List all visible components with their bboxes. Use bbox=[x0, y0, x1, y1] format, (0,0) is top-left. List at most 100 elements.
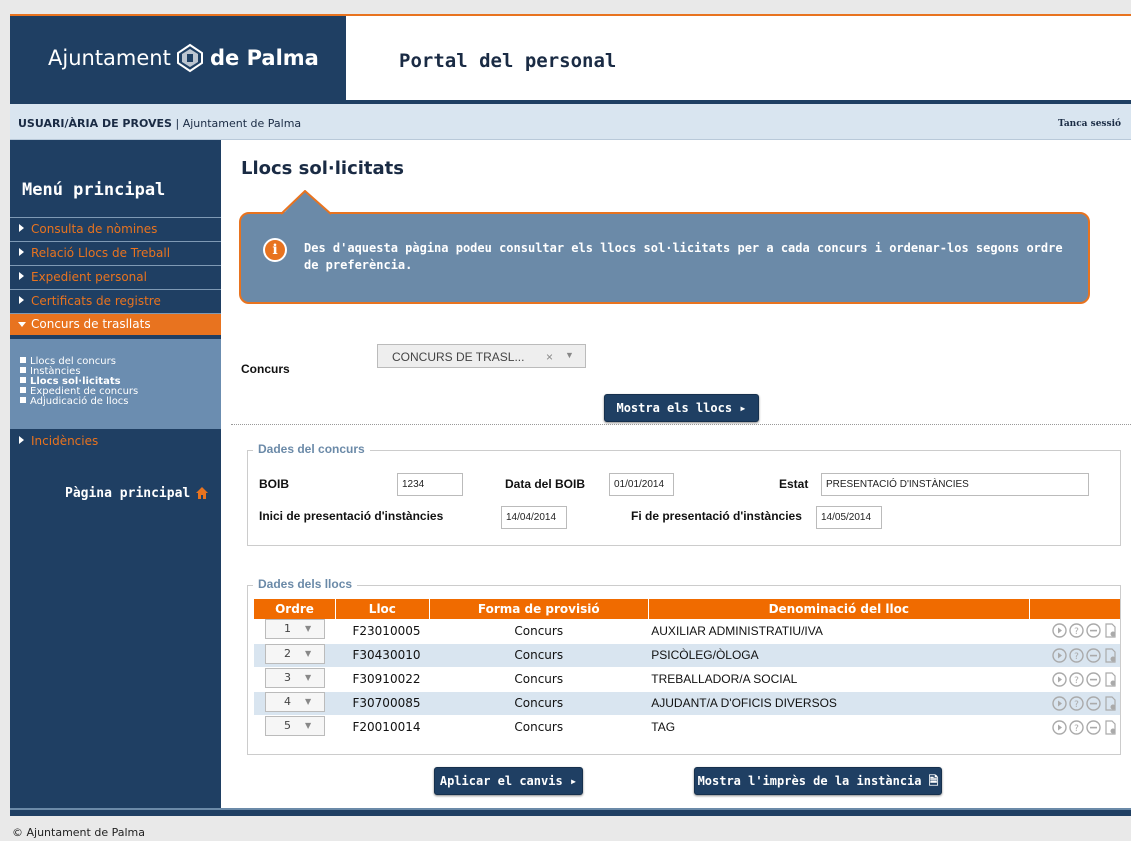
remove-icon[interactable] bbox=[1086, 695, 1101, 711]
bullet-icon bbox=[20, 367, 26, 373]
cell-forma: Concurs bbox=[429, 619, 649, 644]
info-callout: i Des d'aquesta pàgina podeu consultar e… bbox=[239, 212, 1090, 304]
play-icon[interactable] bbox=[1052, 623, 1067, 638]
play-icon[interactable] bbox=[1052, 647, 1067, 663]
cell-lloc: F23010005 bbox=[335, 619, 430, 644]
inici-field[interactable]: 14/04/2014 bbox=[501, 506, 567, 529]
apply-changes-button[interactable]: Aplicar el canvis ▸ bbox=[434, 767, 583, 795]
document-icon[interactable] bbox=[1103, 671, 1118, 687]
document-icon[interactable] bbox=[1103, 647, 1118, 663]
logo-text-palma: de Palma bbox=[210, 46, 319, 70]
help-icon[interactable]: ? bbox=[1069, 719, 1084, 735]
legend-dades-llocs: Dades dels llocs bbox=[253, 577, 358, 591]
help-icon[interactable]: ? bbox=[1069, 671, 1084, 687]
concurs-select[interactable]: CONCURS DE TRASL... × ▼ bbox=[377, 344, 586, 368]
order-select[interactable]: 1 ▼ bbox=[265, 619, 325, 640]
submenu-item-adjudicacio[interactable]: Adjudicació de llocs bbox=[20, 397, 129, 407]
document-icon[interactable] bbox=[1103, 719, 1118, 735]
sidebar-item-label: Incidències bbox=[31, 434, 99, 448]
data-boib-label: Data del BOIB bbox=[505, 477, 586, 491]
order-select-value: 4 bbox=[284, 694, 291, 708]
boib-field[interactable]: 1234 bbox=[397, 473, 463, 496]
order-select[interactable]: 5 ▼ bbox=[265, 715, 325, 736]
sidebar-item-expedient[interactable]: Expedient personal bbox=[10, 265, 221, 289]
callout-pointer bbox=[281, 190, 333, 216]
main-content: Llocs sol·licitats i Des d'aquesta pàgin… bbox=[221, 140, 1131, 808]
sidebar-item-nomines[interactable]: Consulta de nòmines bbox=[10, 217, 221, 241]
sidebar-item-label: Consulta de nòmines bbox=[31, 222, 158, 236]
estat-field[interactable]: PRESENTACIÓ D'INSTÀNCIES bbox=[821, 473, 1089, 496]
remove-icon[interactable] bbox=[1086, 647, 1101, 663]
cell-ordre: 4 ▼ bbox=[254, 691, 336, 716]
cell-forma: Concurs bbox=[429, 643, 649, 668]
document-icon[interactable] bbox=[1103, 695, 1118, 711]
data-boib-field[interactable]: 01/01/2014 bbox=[609, 473, 674, 496]
order-select[interactable]: 2 ▼ bbox=[265, 643, 325, 664]
cell-ordre: 1 ▼ bbox=[254, 619, 336, 644]
show-form-button[interactable]: Mostra l'imprès de la instància 🗎 bbox=[694, 767, 942, 795]
chevron-down-icon: ▼ bbox=[305, 696, 312, 706]
sidebar-item-rlt[interactable]: Relació Llocs de Treball bbox=[10, 241, 221, 265]
help-icon[interactable]: ? bbox=[1069, 647, 1084, 663]
clear-icon[interactable]: × bbox=[546, 350, 553, 364]
table-row[interactable]: 1 ▼ F23010005 Concurs AUXILIAR ADMINISTRATIU… bbox=[254, 619, 1120, 644]
sidebar-item-incidencies[interactable]: Incidències bbox=[10, 430, 221, 454]
chevron-right-icon bbox=[19, 272, 24, 280]
fi-label: Fi de presentació d'instàncies bbox=[631, 509, 802, 523]
order-select[interactable]: 4 ▼ bbox=[265, 691, 325, 712]
svg-text:?: ? bbox=[1074, 700, 1079, 710]
chevron-down-icon: ▼ bbox=[305, 672, 312, 682]
city-seal-icon bbox=[177, 43, 203, 73]
order-select-value: 5 bbox=[284, 718, 291, 732]
chevron-right-icon bbox=[19, 224, 24, 232]
footer-bar bbox=[10, 808, 1131, 816]
fieldset-dades-concurs bbox=[247, 450, 1121, 546]
table-row[interactable]: 3 ▼ F30910022 Concurs TREBALLADOR/A SOCIAL? bbox=[254, 667, 1120, 692]
fi-field[interactable]: 14/05/2014 bbox=[816, 506, 882, 529]
show-places-button[interactable]: Mostra els llocs ▸ bbox=[604, 394, 759, 422]
remove-icon[interactable] bbox=[1086, 671, 1101, 687]
help-icon[interactable]: ? bbox=[1069, 623, 1084, 638]
play-icon[interactable] bbox=[1052, 719, 1067, 735]
table-row[interactable]: 5 ▼ F20010014 Concurs TAG? bbox=[254, 715, 1120, 740]
sidebar-item-certificats[interactable]: Certificats de registre bbox=[10, 289, 221, 313]
cell-denominacio: TREBALLADOR/A SOCIAL bbox=[648, 667, 1030, 692]
remove-icon[interactable] bbox=[1086, 719, 1101, 735]
header: Ajuntament de Palma Portal del personal bbox=[10, 16, 1131, 102]
play-icon[interactable] bbox=[1052, 695, 1067, 711]
chevron-down-icon[interactable]: ▼ bbox=[565, 350, 574, 360]
logout-link[interactable]: Tanca sessió bbox=[1058, 119, 1121, 129]
document-icon[interactable] bbox=[1103, 623, 1118, 638]
logo[interactable]: Ajuntament de Palma bbox=[10, 16, 346, 102]
chevron-down-icon bbox=[18, 322, 26, 327]
column-header-forma[interactable]: Forma de provisió bbox=[429, 599, 649, 619]
chevron-down-icon: ▼ bbox=[305, 624, 312, 634]
section-divider bbox=[231, 424, 1131, 425]
column-header-ordre[interactable]: Ordre bbox=[254, 599, 336, 619]
table-row[interactable]: 4 ▼ F30700085 Concurs AJUDANT/A D'OFICIS DIV… bbox=[254, 691, 1120, 716]
column-header-actions bbox=[1029, 599, 1120, 619]
cell-ordre: 5 ▼ bbox=[254, 715, 336, 740]
user-org: Ajuntament de Palma bbox=[182, 117, 302, 130]
table-row[interactable]: 2 ▼ F30430010 Concurs PSICÒLEG/ÒLOGA? bbox=[254, 643, 1120, 668]
column-header-lloc[interactable]: Lloc bbox=[335, 599, 430, 619]
cell-actions: ? bbox=[1029, 643, 1120, 668]
chevron-right-icon bbox=[19, 248, 24, 256]
places-table: Ordre Lloc Forma de provisió Denominació… bbox=[254, 599, 1120, 740]
column-header-denominacio[interactable]: Denominació del lloc bbox=[648, 599, 1030, 619]
sidebar-item-concurs[interactable]: Concurs de trasllats bbox=[10, 313, 221, 335]
logo-text-ajuntament: Ajuntament bbox=[48, 46, 171, 70]
order-select-value: 1 bbox=[284, 622, 291, 636]
svg-text:?: ? bbox=[1074, 676, 1079, 686]
order-select[interactable]: 3 ▼ bbox=[265, 667, 325, 688]
cell-denominacio: TAG bbox=[648, 715, 1030, 740]
home-icon[interactable] bbox=[195, 486, 209, 500]
play-icon[interactable] bbox=[1052, 671, 1067, 687]
info-text: Des d'aquesta pàgina podeu consultar els… bbox=[304, 241, 1063, 272]
cell-lloc: F30430010 bbox=[335, 643, 430, 668]
remove-icon[interactable] bbox=[1086, 623, 1101, 638]
help-icon[interactable]: ? bbox=[1069, 695, 1084, 711]
home-link[interactable]: Pàgina principal bbox=[65, 486, 190, 501]
estat-label: Estat bbox=[779, 477, 809, 491]
sidebar-item-label: Certificats de registre bbox=[31, 294, 161, 308]
